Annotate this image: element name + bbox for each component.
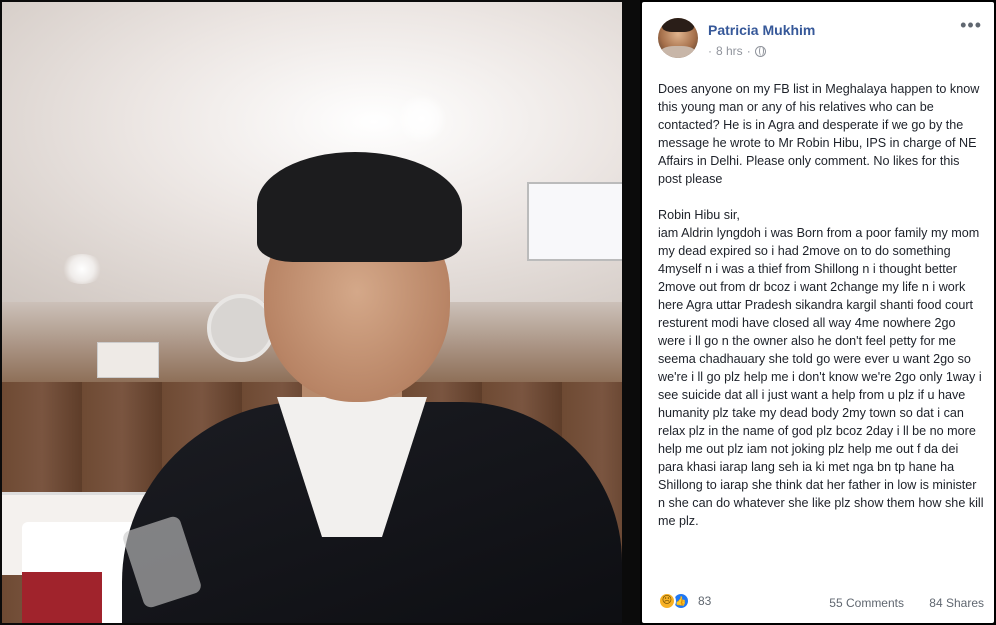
post-panel: Patricia Mukhim · 8 hrs · ••• Does anyon… (642, 2, 994, 623)
photo-viewer (0, 0, 640, 625)
post-footer: ☹ 👍 83 55 Comments 84 Shares (658, 592, 984, 614)
red-table-cloth (22, 572, 102, 623)
shares-count[interactable]: 84 Shares (929, 596, 984, 610)
ceiling-light (60, 254, 104, 284)
post-text-paragraph-2: Robin Hibu sir, iam Aldrin lyngdoh i was… (658, 208, 984, 528)
sad-reaction-icon: ☹ (658, 592, 676, 610)
window (527, 182, 622, 261)
avatar-shirt (660, 46, 696, 58)
author-name[interactable]: Patricia Mukhim (708, 22, 815, 38)
reaction-count[interactable]: 83 (698, 594, 711, 608)
comments-count[interactable]: 55 Comments (829, 596, 904, 610)
post-text-paragraph-1: Does anyone on my FB list in Meghalaya h… (658, 82, 983, 186)
more-options-icon[interactable]: ••• (960, 16, 982, 34)
ceiling-light (397, 94, 447, 144)
air-conditioner (97, 342, 159, 378)
meta-separator: · (746, 44, 751, 58)
post-photo[interactable] (2, 2, 622, 623)
avatar-hair (662, 18, 694, 32)
globe-icon[interactable] (754, 45, 766, 57)
reaction-icons[interactable]: ☹ 👍 (658, 592, 690, 610)
post-meta: · 8 hrs · (708, 44, 766, 58)
person-hair (257, 152, 462, 262)
author-avatar[interactable] (658, 18, 698, 58)
post-timestamp[interactable]: 8 hrs (716, 44, 743, 58)
meta-separator: · (708, 44, 712, 58)
